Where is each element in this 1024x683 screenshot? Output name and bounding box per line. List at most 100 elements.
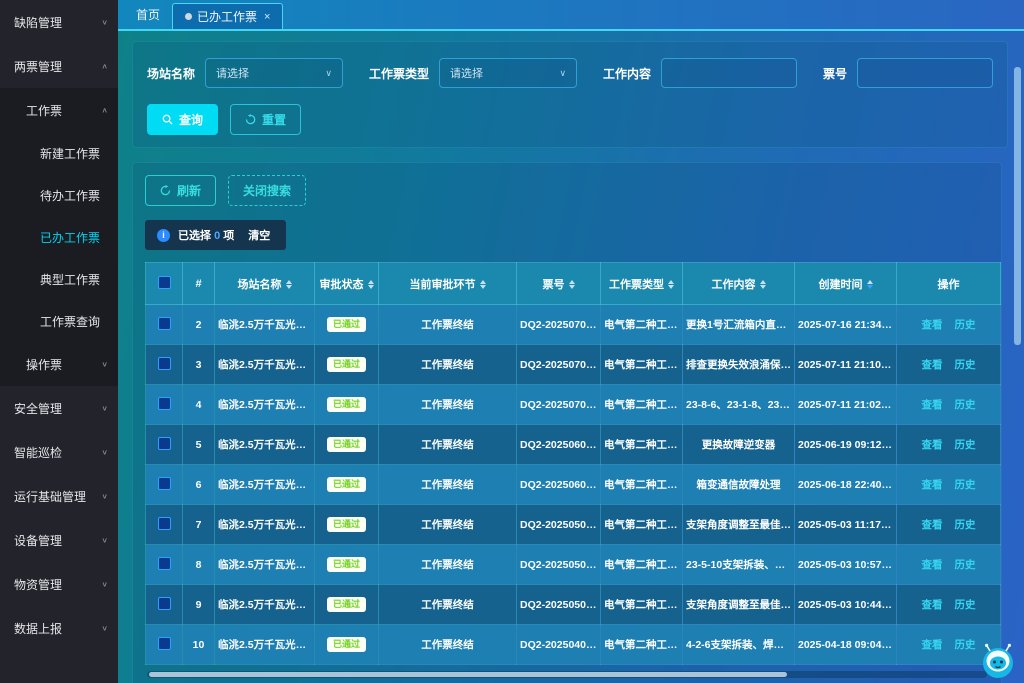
table-row: 6临洮2.5万千瓦光伏电...已通过工作票终结DQ2-202506002电气第二… — [146, 465, 1001, 505]
refresh-button[interactable]: 刷新 — [145, 175, 216, 206]
created-cell: 2025-07-11 21:02:21 — [795, 385, 897, 425]
row-checkbox[interactable] — [158, 597, 171, 610]
horizontal-scrollbar[interactable] — [147, 671, 987, 678]
station-cell: 临洮2.5万千瓦光伏电... — [215, 305, 315, 345]
header-cell-5[interactable]: 工作票类型 — [601, 263, 683, 305]
sidebar-item-0[interactable]: 缺陷管理∨ — [0, 0, 118, 44]
header-cell-1[interactable]: 场站名称 — [215, 263, 315, 305]
view-link[interactable]: 查看 — [922, 319, 943, 331]
header-cell-3[interactable]: 当前审批环节 — [379, 263, 517, 305]
tab-1[interactable]: 已办工作票× — [172, 3, 283, 29]
view-link[interactable]: 查看 — [922, 399, 943, 411]
history-link[interactable]: 历史 — [955, 559, 976, 571]
sidebar-item-label: 设备管理 — [14, 532, 62, 549]
station-cell: 临洮2.5万千瓦光伏电... — [215, 385, 315, 425]
ticket-no-cell: DQ2-202505006 — [517, 505, 601, 545]
row-checkbox[interactable] — [158, 357, 171, 370]
reset-button[interactable]: 重置 — [230, 104, 301, 135]
view-link[interactable]: 查看 — [922, 439, 943, 451]
ticket-no-cell: DQ2-202504012 — [517, 625, 601, 665]
view-link[interactable]: 查看 — [922, 479, 943, 491]
history-link[interactable]: 历史 — [955, 519, 976, 531]
row-checkbox[interactable] — [158, 517, 171, 530]
sidebar-item-2[interactable]: 工作票∧ — [0, 88, 118, 132]
row-checkbox[interactable] — [158, 317, 171, 330]
sidebar-item-10[interactable]: 智能巡检∨ — [0, 430, 118, 474]
sidebar-item-3[interactable]: 新建工作票 — [0, 132, 118, 174]
station-cell: 临洮2.5万千瓦光伏电... — [215, 425, 315, 465]
station-select[interactable]: 请选择 ∨ — [205, 58, 343, 88]
row-checkbox[interactable] — [158, 397, 171, 410]
sidebar-item-7[interactable]: 工作票查询 — [0, 300, 118, 342]
sort-icon[interactable] — [286, 280, 292, 289]
select-all-checkbox[interactable] — [158, 276, 171, 289]
created-cell: 2025-05-03 11:17:35 — [795, 505, 897, 545]
sidebar-item-11[interactable]: 运行基础管理∨ — [0, 474, 118, 518]
clear-selection-link[interactable]: 清空 — [248, 227, 270, 243]
tab-0[interactable]: 首页 — [124, 0, 172, 29]
vertical-scrollbar-thumb[interactable] — [1014, 67, 1021, 345]
sidebar-item-8[interactable]: 操作票∨ — [0, 342, 118, 386]
ticket-no-input[interactable] — [868, 67, 982, 79]
close-icon[interactable]: × — [264, 11, 270, 23]
sort-icon[interactable] — [668, 280, 674, 289]
vertical-scrollbar[interactable] — [1014, 67, 1021, 671]
header-cell-2[interactable]: 审批状态 — [315, 263, 379, 305]
actions-cell: 查看历史 — [897, 585, 1001, 625]
sidebar-item-5[interactable]: 已办工作票 — [0, 216, 118, 258]
header-cell-6[interactable]: 工作内容 — [683, 263, 795, 305]
header-cell-7[interactable]: 创建时间 — [795, 263, 897, 305]
sidebar-item-1[interactable]: 两票管理∧ — [0, 44, 118, 88]
ticket-no-cell: DQ2-202505004 — [517, 545, 601, 585]
view-link[interactable]: 查看 — [922, 359, 943, 371]
sidebar-item-9[interactable]: 安全管理∨ — [0, 386, 118, 430]
sort-icon[interactable] — [867, 280, 873, 289]
sidebar-item-label: 运行基础管理 — [14, 488, 86, 505]
sort-icon[interactable] — [368, 280, 374, 289]
history-link[interactable]: 历史 — [955, 319, 976, 331]
header-cell-4[interactable]: 票号 — [517, 263, 601, 305]
ticket-no-label: 票号 — [823, 65, 847, 82]
sort-icon[interactable] — [569, 280, 575, 289]
header-label: 票号 — [543, 279, 565, 291]
history-link[interactable]: 历史 — [955, 639, 976, 651]
sidebar-item-6[interactable]: 典型工作票 — [0, 258, 118, 300]
view-link[interactable]: 查看 — [922, 559, 943, 571]
close-search-button[interactable]: 关闭搜索 — [228, 175, 306, 206]
row-index: 6 — [183, 465, 215, 505]
sidebar-item-13[interactable]: 物资管理∨ — [0, 562, 118, 606]
ticket-no-cell: DQ2-202507005 — [517, 345, 601, 385]
header-cell-0: # — [183, 263, 215, 305]
history-link[interactable]: 历史 — [955, 439, 976, 451]
robot-assistant-icon[interactable] — [978, 641, 1018, 681]
sort-icon[interactable] — [760, 280, 766, 289]
history-link[interactable]: 历史 — [955, 359, 976, 371]
status-cell: 已通过 — [315, 345, 379, 385]
history-link[interactable]: 历史 — [955, 479, 976, 491]
status-badge: 已通过 — [327, 357, 366, 372]
query-button[interactable]: 查询 — [147, 104, 218, 135]
content-cell: 箱变通信故障处理 — [683, 465, 795, 505]
sidebar-item-14[interactable]: 数据上报∨ — [0, 606, 118, 650]
query-button-label: 查询 — [179, 111, 203, 128]
row-checkbox[interactable] — [158, 437, 171, 450]
sidebar-item-4[interactable]: 待办工作票 — [0, 174, 118, 216]
ticket-type-select[interactable]: 请选择 ∨ — [439, 58, 577, 88]
work-content-field: 工作内容 — [603, 58, 797, 88]
row-checkbox[interactable] — [158, 557, 171, 570]
header-cell-8: 操作 — [897, 263, 1001, 305]
view-link[interactable]: 查看 — [922, 519, 943, 531]
row-checkbox[interactable] — [158, 477, 171, 490]
view-link[interactable]: 查看 — [922, 639, 943, 651]
history-link[interactable]: 历史 — [955, 399, 976, 411]
horizontal-scrollbar-thumb[interactable] — [149, 672, 787, 677]
tab-active-dot — [185, 13, 192, 20]
table-toolbar: 刷新 关闭搜索 — [145, 175, 989, 206]
row-select-cell — [146, 585, 183, 625]
history-link[interactable]: 历史 — [955, 599, 976, 611]
row-checkbox[interactable] — [158, 637, 171, 650]
work-content-input[interactable] — [672, 67, 786, 79]
sort-icon[interactable] — [480, 280, 486, 289]
view-link[interactable]: 查看 — [922, 599, 943, 611]
sidebar-item-12[interactable]: 设备管理∨ — [0, 518, 118, 562]
